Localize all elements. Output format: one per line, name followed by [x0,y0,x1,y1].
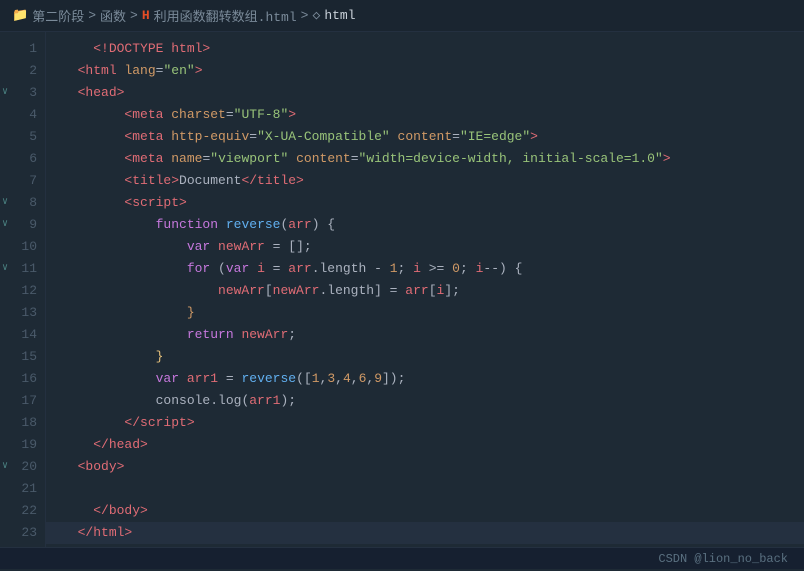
diamond-icon: ◇ [312,8,320,23]
code-line-23: </html> [46,522,804,544]
line-num-8: ∨8 [0,192,45,214]
line-num-5: 5 [0,126,45,148]
line-num-19: 19 [0,434,45,456]
line-num-7: 7 [0,170,45,192]
code-line-7: <title>Document</title> [46,170,804,192]
line-num-10: 10 [0,236,45,258]
sep2: > [130,8,138,23]
line-num-22: 22 [0,500,45,522]
code-line-12: newArr[newArr.length] = arr[i]; [46,280,804,302]
code-content[interactable]: <!DOCTYPE html> <html lang="en"> <head> … [46,32,804,547]
line-num-13: 13 [0,302,45,324]
code-line-13: } [46,302,804,324]
sep1: > [88,8,96,23]
code-line-14: return newArr; [46,324,804,346]
line-num-21: 21 [0,478,45,500]
line-num-9: ∨9 [0,214,45,236]
code-line-4: <meta charset="UTF-8"> [46,104,804,126]
code-line-16: var arr1 = reverse([1,3,4,6,9]); [46,368,804,390]
code-line-10: var newArr = []; [46,236,804,258]
line-num-14: 14 [0,324,45,346]
code-line-11: for (var i = arr.length - 1; i >= 0; i--… [46,258,804,280]
line-numbers: 1 2 ∨3 4 5 6 7 ∨8 ∨9 10 ∨11 12 13 14 15 … [0,32,46,547]
code-line-9: function reverse(arr) { [46,214,804,236]
breadcrumb-filename[interactable]: 利用函数翻转数组.html [154,6,297,25]
line-num-4: 4 [0,104,45,126]
line-num-16: 16 [0,368,45,390]
credit-text: CSDN @lion_no_back [658,552,788,566]
breadcrumb-functions[interactable]: 函数 [100,6,126,25]
code-line-3: <head> [46,82,804,104]
code-editor: 1 2 ∨3 4 5 6 7 ∨8 ∨9 10 ∨11 12 13 14 15 … [0,32,804,569]
html-icon: H [142,8,150,23]
breadcrumb-tag: html [324,8,355,23]
code-line-15: } [46,346,804,368]
line-num-12: 12 [0,280,45,302]
line-num-20: ∨20 [0,456,45,478]
status-bar: CSDN @lion_no_back [0,547,804,569]
line-num-1: 1 [0,38,45,60]
line-num-15: 15 [0,346,45,368]
code-line-21 [46,478,804,500]
code-line-5: <meta http-equiv="X-UA-Compatible" conte… [46,126,804,148]
code-line-22: </body> [46,500,804,522]
line-num-23: 23 [0,522,45,544]
code-line-1: <!DOCTYPE html> [46,38,804,60]
line-num-17: 17 [0,390,45,412]
breadcrumb-stage[interactable]: 第二阶段 [32,6,84,25]
line-num-6: 6 [0,148,45,170]
sep3: > [301,8,309,23]
code-line-8: <script> [46,192,804,214]
code-line-19: </head> [46,434,804,456]
folder-icon: 📁 [12,8,28,23]
breadcrumb: 📁 第二阶段 > 函数 > H 利用函数翻转数组.html > ◇ html [0,0,804,32]
line-num-3: ∨3 [0,82,45,104]
code-line-2: <html lang="en"> [46,60,804,82]
line-num-11: ∨11 [0,258,45,280]
line-num-18: 18 [0,412,45,434]
code-line-17: console.log(arr1); [46,390,804,412]
code-line-18: </script> [46,412,804,434]
code-line-20: <body> [46,456,804,478]
line-num-2: 2 [0,60,45,82]
code-line-6: <meta name="viewport" content="width=dev… [46,148,804,170]
